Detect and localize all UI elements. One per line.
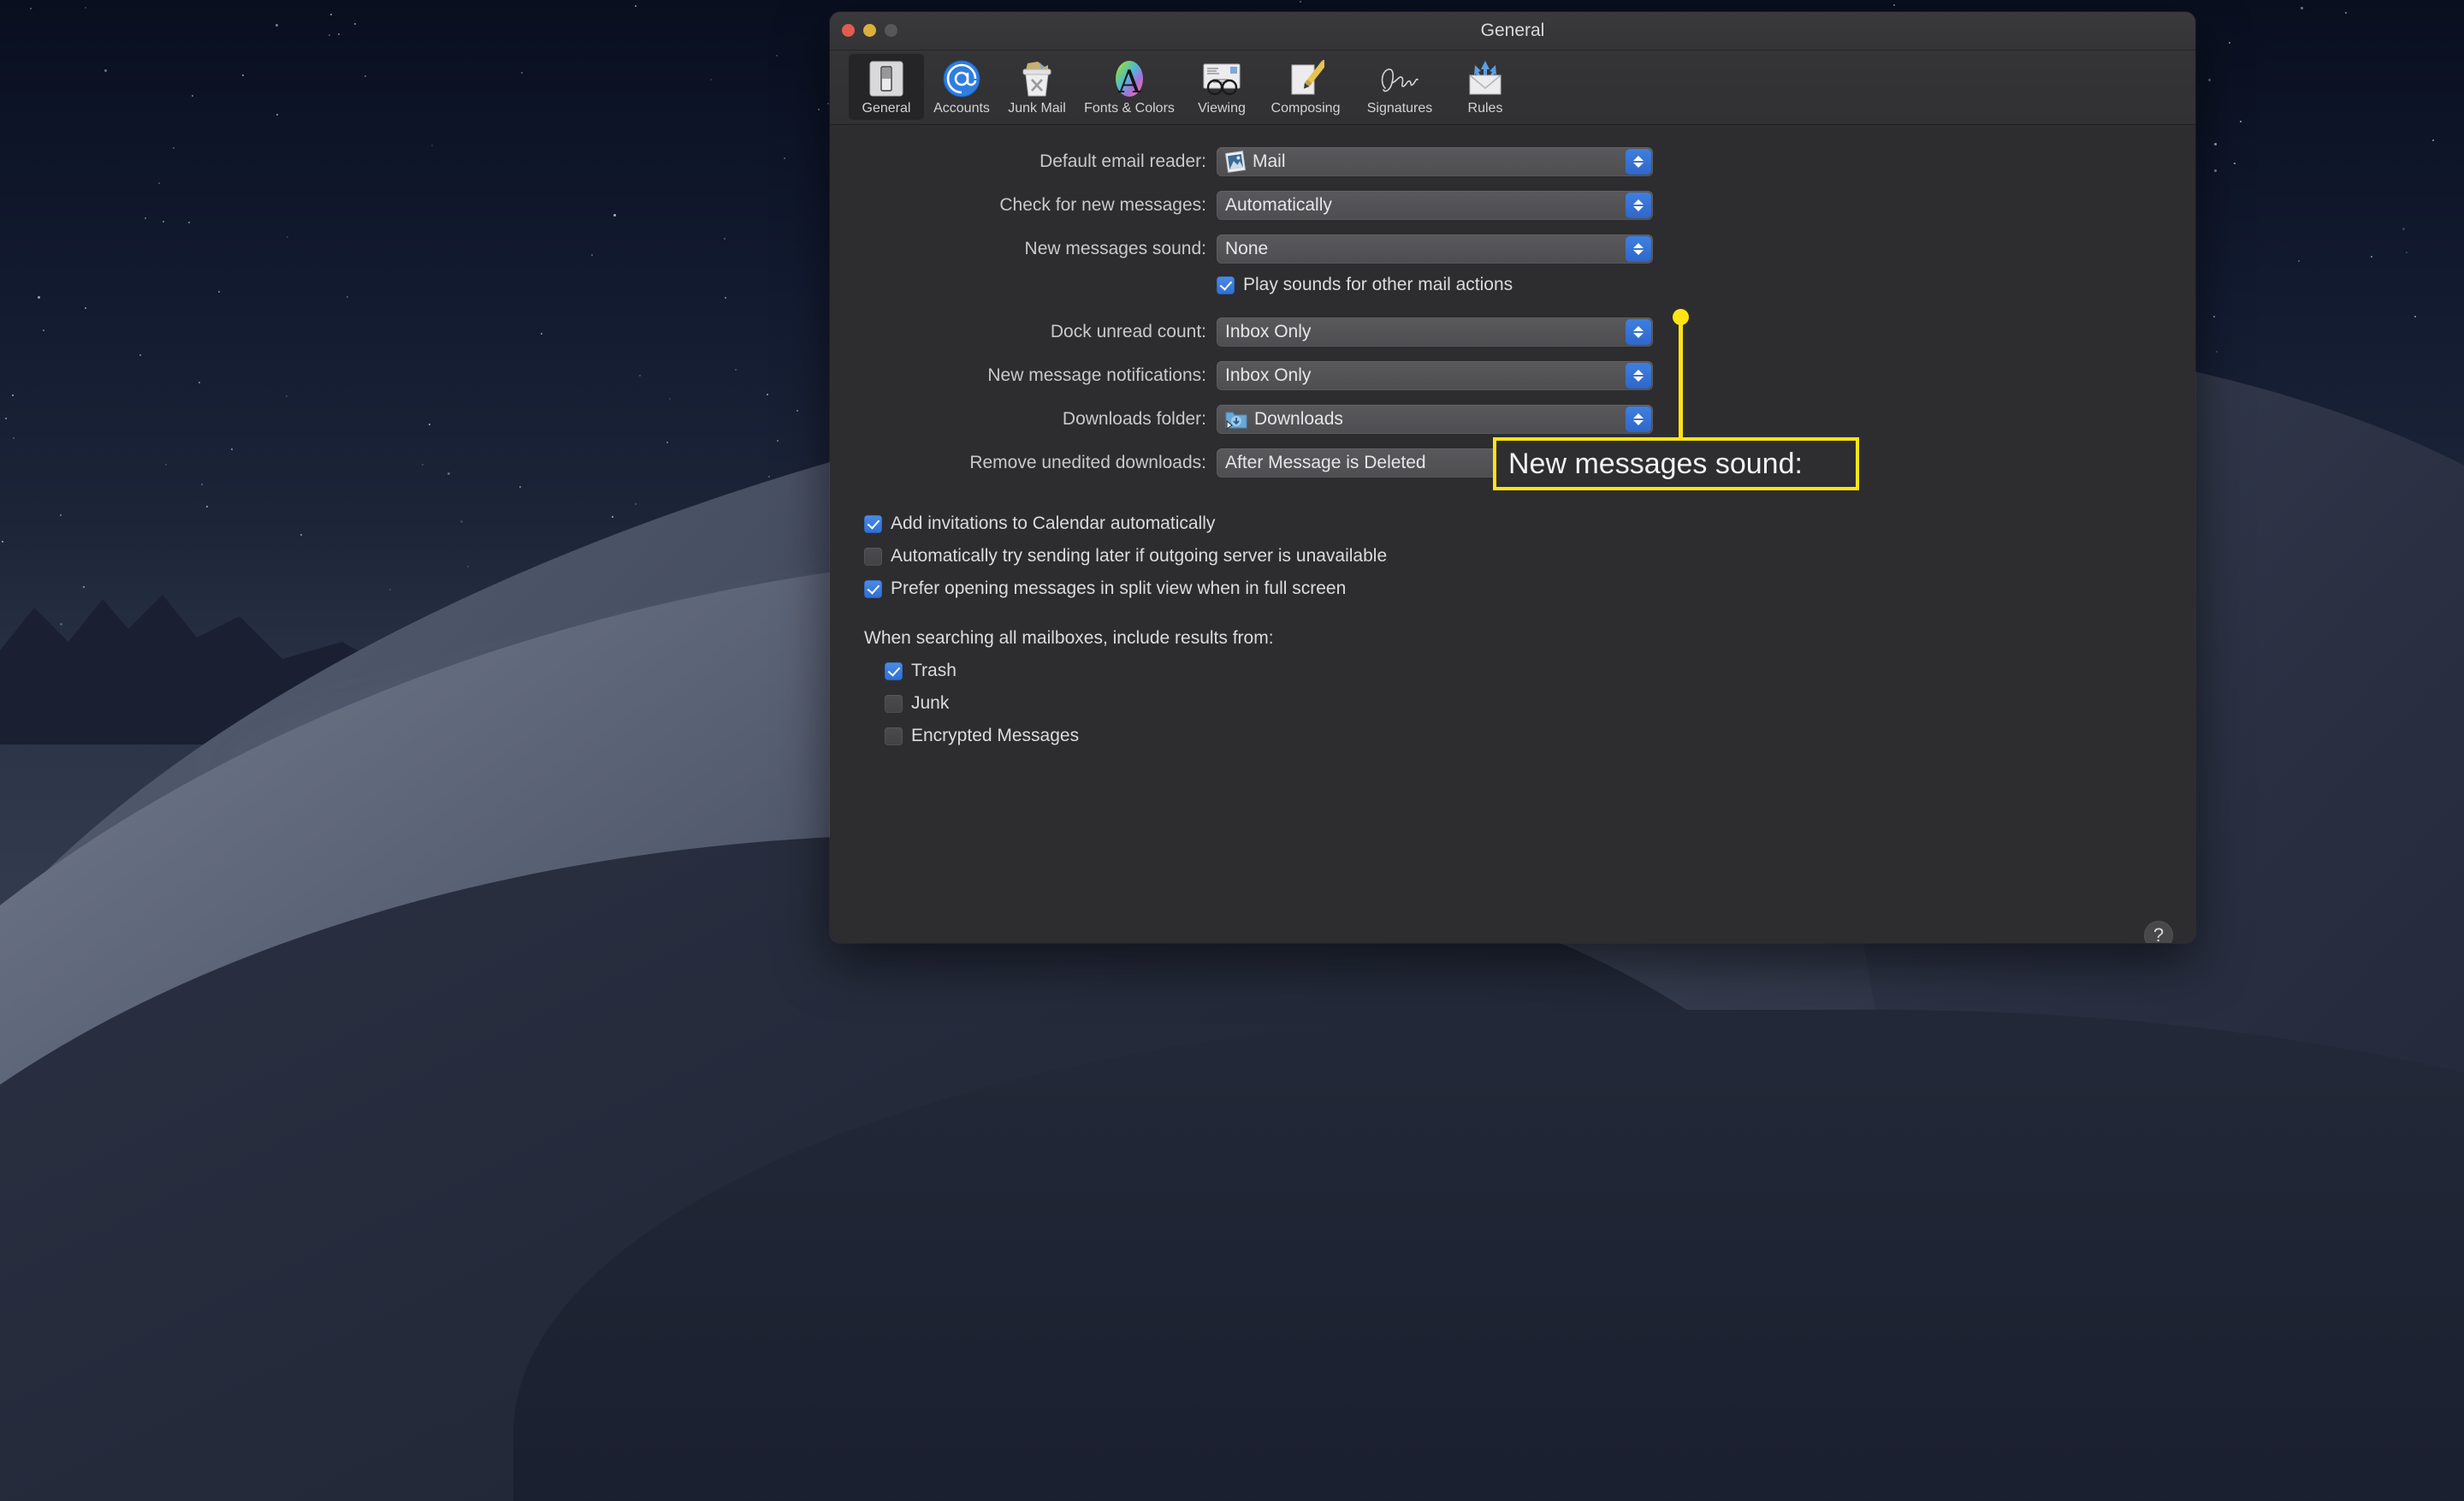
tab-viewing-label: Viewing [1198, 101, 1246, 116]
tab-signatures-label: Signatures [1366, 101, 1433, 116]
help-button[interactable]: ? [2144, 921, 2173, 943]
row-remove-unedited-downloads: Remove unedited downloads: After Message… [830, 448, 2195, 478]
envelope-glasses-icon [1201, 59, 1242, 98]
value-default-email-reader: Mail [1253, 151, 1286, 171]
checkbox-encrypted-messages[interactable] [885, 727, 903, 745]
search-scope-list: Trash Junk Encrypted Messages [885, 661, 2195, 746]
popup-check-new-messages[interactable]: Automatically [1217, 191, 1653, 220]
tab-accounts-label: Accounts [933, 101, 990, 116]
label-play-sounds: Play sounds for other mail actions [1243, 275, 1513, 294]
popup-new-messages-sound[interactable]: None [1217, 234, 1653, 264]
general-settings-panel: Default email reader: Mail Check for new… [830, 125, 2195, 943]
value-downloads-folder: Downloads [1254, 409, 1343, 429]
signature-icon [1377, 59, 1423, 98]
mail-stamp-icon [1225, 151, 1246, 173]
checkbox-row-add-invitations[interactable]: Add invitations to Calendar automaticall… [864, 513, 2195, 534]
tab-general[interactable]: General [849, 54, 924, 120]
stepper-downloads-folder[interactable] [1626, 406, 1651, 432]
popup-default-email-reader[interactable]: Mail [1217, 147, 1653, 176]
label-add-invitations: Add invitations to Calendar automaticall… [891, 513, 1216, 533]
tab-rules-label: Rules [1467, 101, 1503, 116]
color-wheel-a-icon: A [1111, 59, 1148, 98]
mail-preferences-window: General General Accounts Junk Mail A Fon… [830, 12, 2195, 943]
label-encrypted-messages: Encrypted Messages [911, 726, 1080, 745]
svg-text:A: A [1117, 65, 1141, 98]
stepper-dock-unread-count[interactable] [1626, 319, 1651, 345]
popup-downloads-folder[interactable]: Downloads [1217, 405, 1653, 434]
tab-fonts-colors[interactable]: A Fonts & Colors [1075, 54, 1184, 120]
row-new-messages-sound: New messages sound: None [830, 234, 2195, 264]
tab-junk-mail[interactable]: Junk Mail [999, 54, 1075, 120]
row-default-email-reader: Default email reader: Mail [830, 147, 2195, 176]
tab-accounts[interactable]: Accounts [924, 54, 999, 120]
value-new-message-notifications: Inbox Only [1225, 365, 1312, 385]
checkbox-row-trash[interactable]: Trash [885, 661, 2195, 681]
stepper-default-email-reader[interactable] [1626, 149, 1651, 175]
light-switch-icon [869, 59, 903, 98]
label-junk: Junk [911, 693, 950, 713]
label-new-message-notifications: New message notifications: [987, 365, 1206, 385]
tab-rules[interactable]: Rules [1448, 54, 1523, 120]
row-downloads-folder: Downloads folder: Downloads [830, 405, 2195, 434]
options-group: Add invitations to Calendar automaticall… [864, 513, 2195, 746]
checkbox-row-auto-send-later[interactable]: Automatically try sending later if outgo… [864, 546, 2195, 567]
label-dock-unread-count: Dock unread count: [1050, 322, 1206, 341]
value-dock-unread-count: Inbox Only [1225, 322, 1312, 341]
label-auto-send-later: Automatically try sending later if outgo… [891, 546, 1388, 566]
label-downloads-folder: Downloads folder: [1062, 409, 1206, 429]
stepper-remove-unedited-downloads[interactable] [1626, 450, 1651, 476]
tab-composing-label: Composing [1270, 101, 1341, 116]
tab-composing[interactable]: Composing [1259, 54, 1352, 120]
label-remove-unedited-downloads: Remove unedited downloads: [969, 453, 1206, 472]
stepper-new-messages-sound[interactable] [1626, 236, 1651, 262]
checkbox-trash[interactable] [885, 662, 903, 680]
trash-can-icon [1019, 59, 1055, 98]
search-section-heading: When searching all mailboxes, include re… [864, 628, 1274, 648]
tab-viewing[interactable]: Viewing [1184, 54, 1259, 120]
checkbox-row-junk[interactable]: Junk [885, 693, 2195, 714]
popup-remove-unedited-downloads[interactable]: After Message is Deleted [1217, 448, 1653, 478]
row-new-message-notifications: New message notifications: Inbox Only [830, 361, 2195, 390]
tab-junk-mail-label: Junk Mail [1008, 101, 1066, 116]
pencil-paper-icon [1287, 59, 1324, 98]
preferences-toolbar: General Accounts Junk Mail A Fonts & Col… [830, 50, 2195, 125]
stepper-check-new-messages[interactable] [1626, 193, 1651, 218]
label-trash: Trash [911, 661, 957, 680]
checkbox-junk[interactable] [885, 694, 903, 713]
value-check-new-messages: Automatically [1225, 195, 1332, 215]
checkbox-play-sounds[interactable] [1217, 276, 1235, 294]
checkbox-row-play-sounds[interactable]: Play sounds for other mail actions [1217, 275, 2195, 295]
value-remove-unedited-downloads: After Message is Deleted [1225, 453, 1426, 472]
tab-general-label: General [862, 101, 911, 116]
popup-new-message-notifications[interactable]: Inbox Only [1217, 361, 1653, 390]
checkbox-prefer-split-view[interactable] [864, 579, 882, 598]
tab-signatures[interactable]: Signatures [1352, 54, 1448, 120]
stepper-new-message-notifications[interactable] [1626, 363, 1651, 389]
envelope-arrows-icon [1466, 59, 1505, 98]
label-check-new-messages: Check for new messages: [999, 195, 1206, 215]
label-prefer-split-view: Prefer opening messages in split view wh… [891, 578, 1347, 598]
at-sign-icon [943, 59, 980, 98]
window-title: General [1480, 21, 1545, 40]
downloads-folder-icon [1225, 409, 1247, 430]
checkbox-row-prefer-split-view[interactable]: Prefer opening messages in split view wh… [864, 578, 2195, 599]
row-dock-unread-count: Dock unread count: Inbox Only [830, 317, 2195, 347]
window-titlebar: General [830, 12, 2195, 50]
row-check-new-messages: Check for new messages: Automatically [830, 191, 2195, 220]
checkbox-row-encrypted-messages[interactable]: Encrypted Messages [885, 726, 2195, 746]
checkbox-add-invitations[interactable] [864, 514, 882, 533]
label-new-messages-sound: New messages sound: [1024, 239, 1206, 258]
popup-dock-unread-count[interactable]: Inbox Only [1217, 317, 1653, 347]
checkbox-auto-send-later[interactable] [864, 547, 882, 566]
value-new-messages-sound: None [1225, 239, 1269, 258]
label-default-email-reader: Default email reader: [1040, 151, 1206, 171]
tab-fonts-colors-label: Fonts & Colors [1084, 101, 1175, 116]
